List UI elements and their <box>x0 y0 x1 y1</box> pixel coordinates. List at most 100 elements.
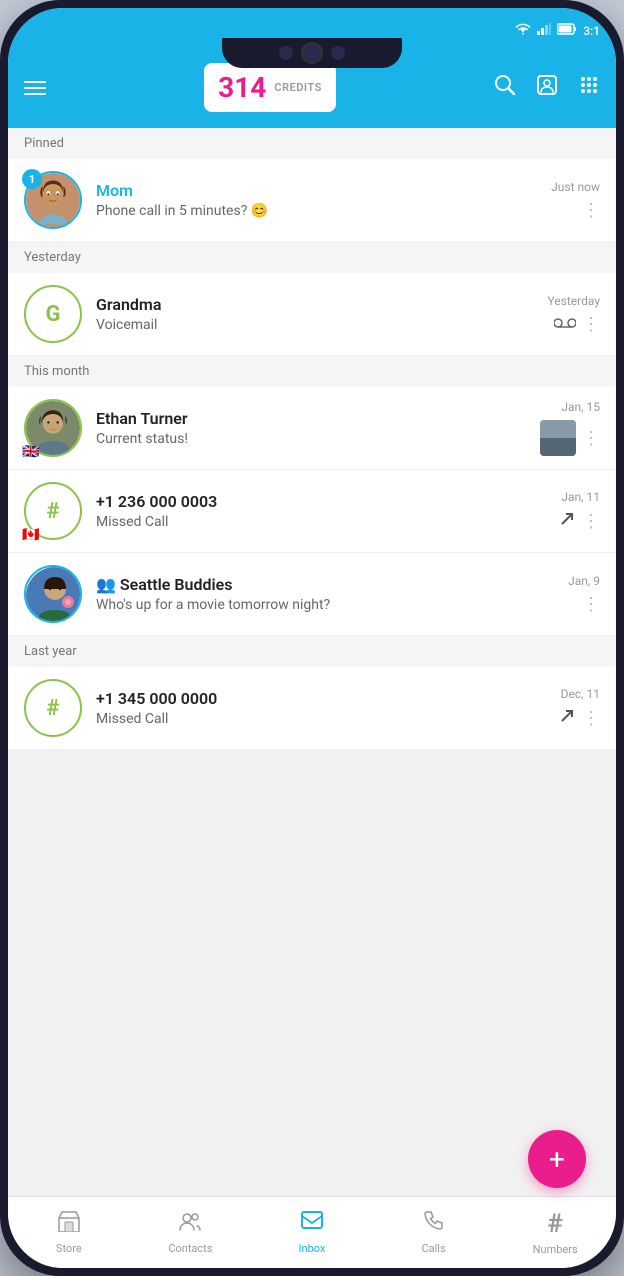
conv-meta-ethan: Jan, 15 ⋮ <box>540 400 600 456</box>
conv-body-seattle: 👥 Seattle Buddies Who's up for a movie t… <box>96 575 558 613</box>
conversations-list: Pinned <box>8 128 616 1196</box>
conv-body-mom: Mom Phone call in 5 minutes? 😊 <box>96 181 541 219</box>
missed-call-icon-2 <box>558 707 576 729</box>
conv-actions-ethan: ⋮ <box>540 420 600 456</box>
more-options-seattle[interactable]: ⋮ <box>582 594 600 615</box>
conv-actions-grandma: ⋮ <box>554 314 600 335</box>
phone-screen: 3:1 314 CREDITS <box>8 8 616 1268</box>
credits-badge[interactable]: 314 CREDITS <box>204 63 336 112</box>
flag-ethan: 🇬🇧 <box>22 445 44 459</box>
conv-time-number2: Dec, 11 <box>561 687 600 701</box>
search-icon[interactable] <box>494 74 516 102</box>
group-icon-seattle: 👥 <box>96 575 120 594</box>
flag-number1: 🇨🇦 <box>22 528 44 542</box>
contacts-icon <box>178 1210 202 1238</box>
more-options-ethan[interactable]: ⋮ <box>582 428 600 449</box>
menu-button[interactable] <box>24 77 46 99</box>
compose-fab[interactable]: + <box>528 1130 586 1188</box>
avatar-grandma-initial: G <box>24 285 82 343</box>
conv-time-seattle: Jan, 9 <box>568 574 600 588</box>
nav-contacts[interactable]: Contacts <box>130 1202 252 1263</box>
section-pinned: Pinned <box>8 128 616 159</box>
header-icons <box>494 74 600 102</box>
nav-numbers-label: Numbers <box>533 1243 578 1256</box>
conv-meta-grandma: Yesterday ⋮ <box>547 294 600 335</box>
more-options-mom[interactable]: ⋮ <box>582 200 600 221</box>
conv-actions-number2: ⋮ <box>558 707 600 729</box>
inbox-icon <box>300 1210 324 1238</box>
more-options-number2[interactable]: ⋮ <box>582 708 600 729</box>
section-this-month: This month <box>8 356 616 387</box>
nav-calls[interactable]: Calls <box>373 1202 495 1263</box>
credits-label: CREDITS <box>274 81 321 94</box>
avatar-number2: # <box>24 679 82 737</box>
conv-meta-seattle: Jan, 9 ⋮ <box>568 574 600 615</box>
phone-frame: 3:1 314 CREDITS <box>0 0 624 1276</box>
conv-preview-grandma: Voicemail <box>96 317 537 333</box>
avatar-number1: # 🇨🇦 <box>24 482 82 540</box>
conv-name-ethan: Ethan Turner <box>96 409 530 428</box>
nav-inbox-label: Inbox <box>299 1242 326 1255</box>
conv-preview-mom: Phone call in 5 minutes? 😊 <box>96 203 541 219</box>
conversation-ethan[interactable]: 🇬🇧 Ethan Turner Current status! Jan, 15 … <box>8 387 616 470</box>
voicemail-icon <box>554 315 576 334</box>
conv-body-grandma: Grandma Voicemail <box>96 295 537 333</box>
contact-icon[interactable] <box>536 74 558 102</box>
section-yesterday: Yesterday <box>8 242 616 273</box>
bottom-navigation: Store Contacts Inbox <box>8 1196 616 1268</box>
conv-meta-number1: Jan, 11 ⋮ <box>558 490 600 532</box>
time-display: 3:1 <box>583 24 600 38</box>
nav-inbox[interactable]: Inbox <box>251 1202 373 1263</box>
conversation-mom[interactable]: 1 Mom Phone call in 5 minutes? 😊 Just no… <box>8 159 616 242</box>
conv-name-seattle: 👥 Seattle Buddies <box>96 575 558 594</box>
avatar-ethan: 🇬🇧 <box>24 399 82 457</box>
conversation-number2[interactable]: # +1 345 000 0000 Missed Call Dec, 11 ⋮ <box>8 667 616 750</box>
thumbnail-ethan <box>540 420 576 456</box>
calls-icon <box>423 1210 445 1238</box>
avatar-grandma: G <box>24 285 82 343</box>
more-options-number1[interactable]: ⋮ <box>582 511 600 532</box>
conv-time-mom: Just now <box>551 180 600 194</box>
avatar-mom: 1 <box>24 171 82 229</box>
store-icon <box>57 1210 81 1238</box>
signal-icon <box>537 23 551 38</box>
dialpad-icon[interactable] <box>578 74 600 102</box>
conv-preview-number2: Missed Call <box>96 711 548 727</box>
speaker <box>279 46 293 60</box>
conv-time-grandma: Yesterday <box>547 294 600 308</box>
app-content: 3:1 314 CREDITS <box>8 8 616 1268</box>
unread-badge-mom: 1 <box>22 169 42 189</box>
conv-body-number1: +1 236 000 0003 Missed Call <box>96 492 548 530</box>
conversation-seattle[interactable]: 👥 Seattle Buddies Who's up for a movie t… <box>8 553 616 636</box>
nav-store-label: Store <box>56 1242 82 1255</box>
missed-call-icon <box>558 510 576 532</box>
numbers-icon: # <box>547 1209 562 1239</box>
conv-name-grandma: Grandma <box>96 295 537 314</box>
nav-calls-label: Calls <box>421 1242 445 1255</box>
status-icons: 3:1 <box>515 23 600 38</box>
nav-contacts-label: Contacts <box>168 1242 212 1255</box>
conv-meta-number2: Dec, 11 ⋮ <box>558 687 600 729</box>
conv-preview-seattle: Who's up for a movie tomorrow night? <box>96 597 558 613</box>
nav-numbers[interactable]: # Numbers <box>494 1201 616 1264</box>
conv-preview-ethan: Current status! <box>96 431 530 447</box>
battery-icon <box>557 23 577 38</box>
avatar-seattle <box>24 565 82 623</box>
conv-name-mom: Mom <box>96 181 541 200</box>
avatar-number2-initial: # <box>24 679 82 737</box>
nav-store[interactable]: Store <box>8 1202 130 1263</box>
credits-number: 314 <box>218 71 266 104</box>
conversation-grandma[interactable]: G Grandma Voicemail Yesterday ⋮ <box>8 273 616 356</box>
conv-body-ethan: Ethan Turner Current status! <box>96 409 530 447</box>
conv-time-ethan: Jan, 15 <box>561 400 600 414</box>
fab-plus-icon: + <box>549 1143 565 1176</box>
conv-body-number2: +1 345 000 0000 Missed Call <box>96 689 548 727</box>
avatar-seattle-image <box>24 565 82 623</box>
conv-preview-number1: Missed Call <box>96 514 548 530</box>
more-options-grandma[interactable]: ⋮ <box>582 314 600 335</box>
sensor <box>331 46 345 60</box>
conv-time-number1: Jan, 11 <box>561 490 600 504</box>
camera-lens <box>301 42 323 64</box>
conversation-number1[interactable]: # 🇨🇦 +1 236 000 0003 Missed Call Jan, 11 <box>8 470 616 553</box>
wifi-icon <box>515 23 531 38</box>
